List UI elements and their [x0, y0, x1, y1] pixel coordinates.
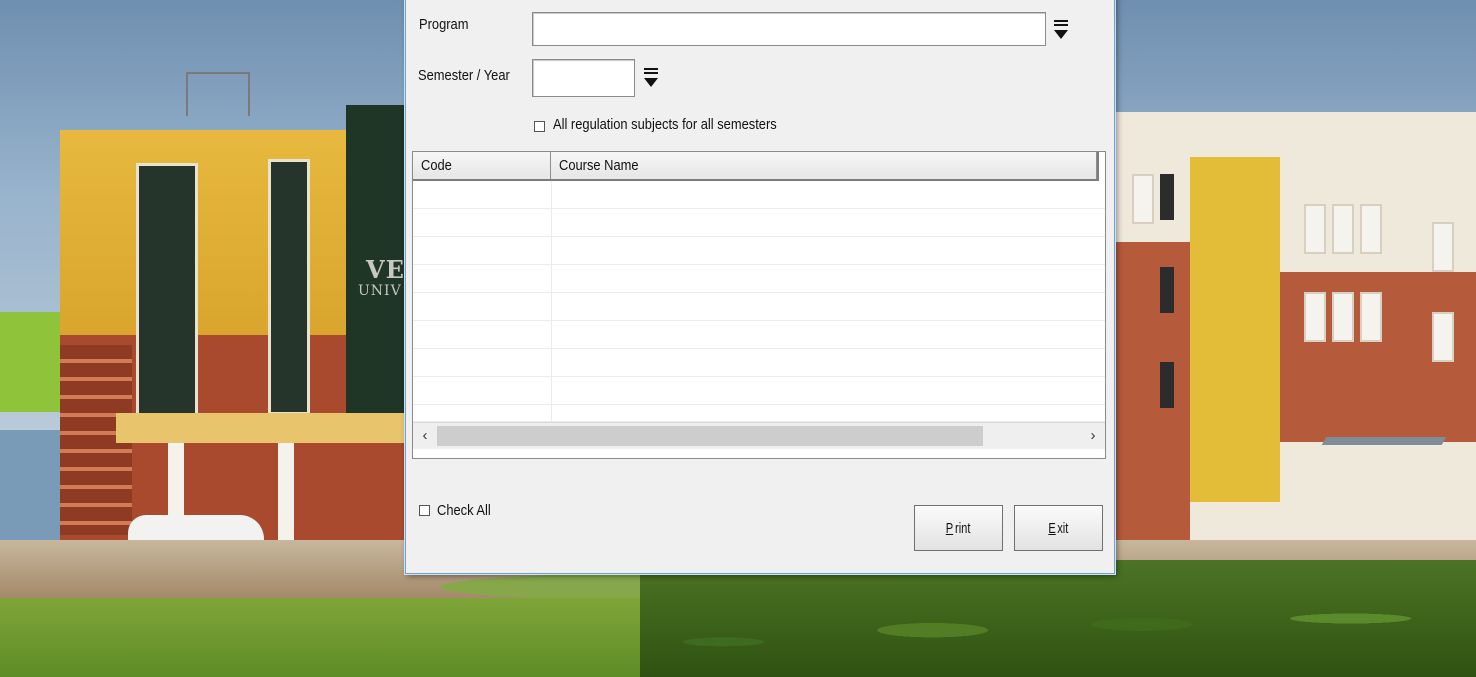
- building-sign-text: VE: [366, 255, 405, 284]
- course-table[interactable]: Code Course Name ‹ ›: [412, 151, 1106, 459]
- all-regulation-checkbox[interactable]: [534, 121, 545, 132]
- scroll-left-icon[interactable]: ‹: [413, 423, 437, 449]
- all-regulation-label: All regulation subjects for all semester…: [553, 116, 777, 133]
- lawn: [0, 598, 720, 677]
- program-dropdown-button[interactable]: [1048, 15, 1074, 41]
- scroll-right-icon[interactable]: ›: [1081, 423, 1105, 449]
- table-row[interactable]: [413, 265, 1105, 293]
- program-label: Program: [419, 16, 469, 33]
- table-row[interactable]: [413, 209, 1105, 237]
- print-button[interactable]: Print: [914, 505, 1003, 551]
- university-building-right: [1114, 112, 1476, 562]
- table-row[interactable]: [413, 349, 1105, 377]
- check-all-label: Check All: [437, 502, 491, 519]
- table-row[interactable]: [413, 181, 1105, 209]
- dropdown-arrow-icon: [644, 77, 658, 87]
- column-header-course-name[interactable]: Course Name: [551, 152, 1097, 179]
- table-row[interactable]: [413, 293, 1105, 321]
- dropdown-arrow-icon: [1054, 29, 1068, 39]
- course-selection-dialog: Program Semester / Year All regulation s…: [405, 0, 1115, 574]
- green-building: [0, 312, 62, 412]
- table-header: Code Course Name: [413, 152, 1099, 181]
- exit-button[interactable]: Exit: [1014, 505, 1103, 551]
- semester-year-label: Semester / Year: [418, 67, 510, 84]
- table-row[interactable]: [413, 237, 1105, 265]
- table-row[interactable]: [413, 321, 1105, 349]
- horizontal-scrollbar[interactable]: ‹ ›: [413, 422, 1105, 449]
- semester-year-field[interactable]: [532, 59, 635, 97]
- table-row[interactable]: [413, 377, 1105, 405]
- trees: [640, 560, 1476, 677]
- building-sign-subtext: UNIV: [358, 283, 402, 299]
- university-building-left: [60, 95, 406, 573]
- check-all-checkbox[interactable]: [419, 505, 430, 516]
- program-field[interactable]: [532, 12, 1046, 46]
- column-header-code[interactable]: Code: [413, 152, 551, 179]
- table-row[interactable]: [413, 405, 1105, 422]
- scrollbar-thumb[interactable]: [437, 426, 983, 446]
- semester-year-dropdown-button[interactable]: [638, 63, 664, 89]
